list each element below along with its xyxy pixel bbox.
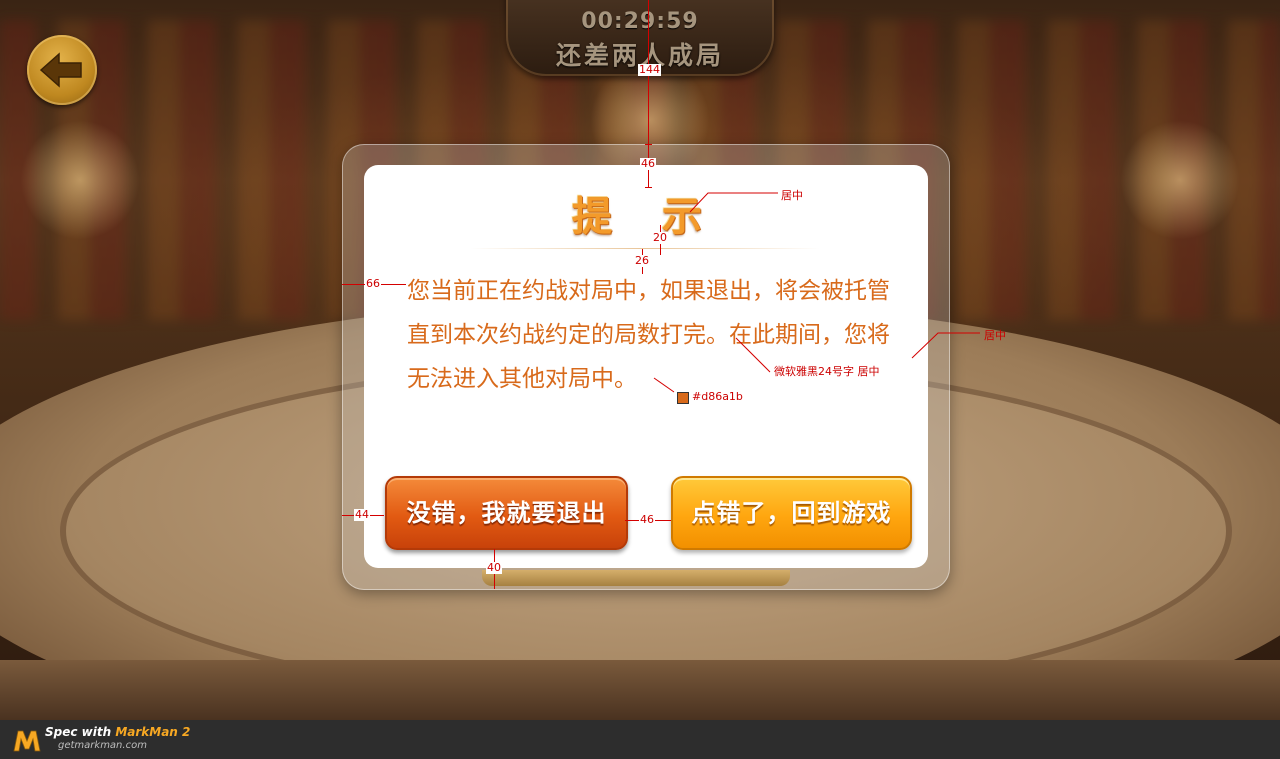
footer-url[interactable]: getmarkman.com	[58, 740, 147, 751]
title-divider	[470, 248, 820, 249]
arrow-left-icon	[39, 52, 82, 88]
measure-label: 26	[634, 254, 650, 267]
measure-tick	[645, 187, 652, 188]
annotation-dialog-centered: 居中	[984, 329, 1006, 342]
measure-label: 20	[652, 231, 668, 244]
background-lamp	[1120, 120, 1240, 240]
back-button[interactable]	[27, 35, 97, 105]
background-lamp	[20, 120, 140, 240]
footer-brand: MarkMan 2	[115, 725, 191, 739]
measure-label: 66	[365, 277, 381, 290]
footer-spec-prefix: Spec with	[45, 725, 116, 739]
dialog-message: 您当前正在约战对局中，如果退出，将会被托管直到本次约战约定的局数打完。在此期间，…	[407, 278, 890, 392]
annotation-font: 微软雅黑24号字 居中	[774, 365, 880, 378]
dialog-title: 提 示	[572, 194, 720, 240]
annotation-title-centered: 居中	[781, 189, 803, 202]
annotation-color: #d86a1b	[692, 390, 743, 403]
measure-label: 46	[640, 157, 656, 170]
footer-spec-text: Spec with MarkMan 2	[45, 725, 190, 739]
measure-label: 40	[486, 561, 502, 574]
return-to-game-button[interactable]: 点错了，回到游戏	[671, 476, 912, 550]
game-table-edge	[0, 660, 1280, 720]
countdown-timer: 00:29:59	[581, 9, 699, 34]
markman-footer	[0, 720, 1280, 759]
measure-label: 46	[639, 513, 655, 526]
measure-tick	[645, 144, 652, 145]
markman-logo-icon	[13, 730, 41, 752]
measure-label: 44	[354, 508, 370, 521]
quit-button[interactable]: 没错，我就要退出	[385, 476, 628, 550]
color-swatch	[677, 392, 689, 404]
dialog-underlay-bar	[482, 570, 790, 586]
measure-label: 144	[638, 63, 661, 76]
